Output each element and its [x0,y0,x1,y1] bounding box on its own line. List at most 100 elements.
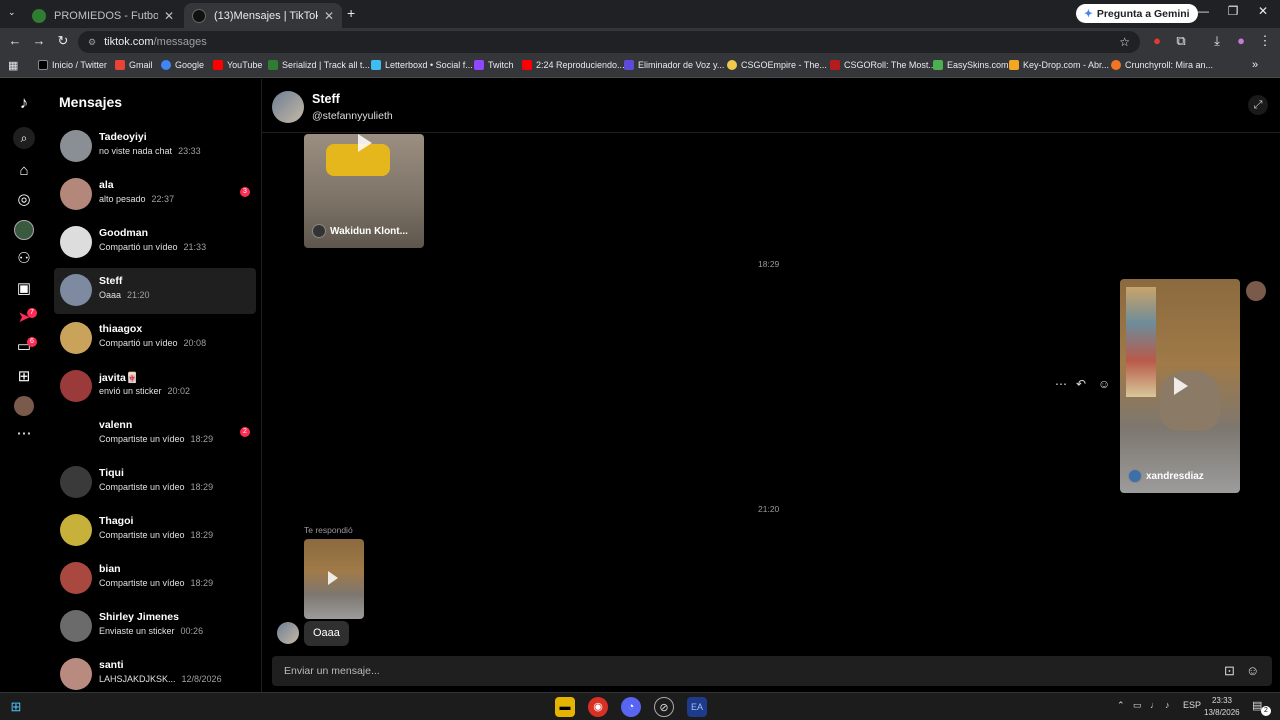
tiktok-nav-rail: ♪ ⌕ ⌂ ◎ ⚇ ▣ ➤ 7 ▭ 6 ⊞ ⋯ [0,79,48,692]
bookmark-item[interactable]: Twitch [474,60,514,70]
minimize-icon[interactable]: — [1188,4,1218,18]
conversation-time: 23:33 [178,146,201,156]
conversation-item[interactable]: Tadeoyiyi no viste nada chat 23:33 [54,124,256,170]
message-composer[interactable]: Enviar un mensaje... ⊡ ☺ [272,656,1272,686]
tab-promiedos[interactable]: PROMIEDOS - Futbol Argentino ✕ [24,3,182,28]
expand-icon[interactable]: ⤢ [1248,95,1268,115]
friends-icon[interactable]: ⚇ [14,249,34,269]
bookmark-item[interactable]: Gmail [115,60,153,70]
bookmark-item[interactable]: Google [161,60,204,70]
avatar[interactable] [272,91,304,123]
tiktok-logo-icon[interactable]: ♪ [14,93,34,113]
avatar [277,622,299,644]
bookmark-item[interactable]: Letterboxd • Social f... [371,60,473,70]
conversation-name: valenn [99,419,133,431]
bookmark-item[interactable]: 2:24 Reproduciendo... [522,60,625,70]
explore-icon[interactable]: ◎ [14,190,34,210]
home-icon[interactable]: ⌂ [14,161,34,181]
tab-title: (13)Mensajes | TikTok [214,9,318,22]
upload-icon[interactable]: ⊞ [14,367,34,387]
search-icon[interactable]: ⌕ [13,127,35,149]
more-icon[interactable]: ⋯ [14,424,34,444]
avatar [60,562,92,594]
tab-search-icon[interactable]: ⌄ [8,7,16,18]
conversation-item[interactable]: Steff Oaaa 21:20 [54,268,256,314]
reload-icon[interactable]: ↻ [54,33,72,49]
chrome-icon[interactable]: ◉ [588,697,608,717]
bookmark-item[interactable]: CSGOEmpire - The... [727,60,827,70]
following-avatar-icon[interactable] [14,220,34,240]
message-bubble[interactable]: Oaaa [304,621,349,646]
start-icon[interactable]: ⊞ [6,697,26,717]
play-icon [358,134,372,152]
bookmark-item[interactable]: YouTube [213,60,262,70]
gif-icon[interactable]: ⊡ [1224,663,1235,679]
reply-icon[interactable]: ↶ [1076,377,1086,391]
unread-badge: 2 [240,427,250,437]
microphone-icon[interactable]: ♩ [1150,700,1159,710]
clock-date[interactable]: 13/8/2026 [1204,708,1240,717]
volume-icon[interactable]: ♪ [1165,700,1170,710]
conversation-item[interactable]: Thagoi Compartiste un vídeo 18:29 [54,508,256,554]
more-actions-icon[interactable]: ⋯ [1055,377,1067,391]
conversation-item[interactable]: Goodman Compartió un vídeo 21:33 [54,220,256,266]
conversation-item[interactable]: ala alto pesado 22:37 3 [54,172,256,218]
shared-video-card[interactable]: xandresdiaz [1120,279,1240,493]
conversation-name: Goodman [99,227,148,239]
extensions-puzzle-icon[interactable]: ⧉ [1172,33,1190,49]
new-tab-button[interactable]: + [347,5,355,21]
chat-user-handle[interactable]: @stefannyyulieth [312,110,393,122]
gemini-button[interactable]: ✦ Pregunta a Gemini [1076,4,1198,23]
more-bookmarks-icon[interactable]: » [1252,59,1258,71]
bookmark-item[interactable]: EasySkins.com [933,60,1009,70]
timestamp-separator: 21:20 [758,504,780,514]
discord-icon[interactable]: ◔ [621,697,641,717]
bookmark-item[interactable]: Serializd | Track all t... [268,60,370,70]
shared-video-card[interactable]: Wakidun Klont... [304,134,424,248]
steam-icon[interactable]: ⊘ [654,697,674,717]
avatar [60,610,92,642]
site-info-icon[interactable]: ⚙ [88,37,96,48]
language-indicator[interactable]: ESP [1183,700,1201,710]
profile-icon[interactable]: ● [1232,33,1250,48]
conversation-name: santi [99,659,124,671]
replied-video-thumbnail[interactable] [304,539,364,619]
tray-chevron-icon[interactable]: ⌃ [1117,700,1125,711]
bookmark-item[interactable]: Inicio / Twitter [38,60,107,70]
message-input[interactable]: Enviar un mensaje... [284,665,380,677]
react-icon[interactable]: ☺ [1098,377,1110,391]
profile-avatar-icon[interactable] [14,396,34,416]
conversation-item[interactable]: Tiqui Compartiste un vídeo 18:29 [54,460,256,506]
back-icon[interactable]: ← [6,33,24,48]
menu-icon[interactable]: ⋮ [1256,33,1274,49]
file-explorer-icon[interactable]: ▬ [555,697,575,717]
conversation-item[interactable]: Shirley Jimenes Enviaste un sticker 00:26 [54,604,256,650]
download-icon[interactable]: ⤓ [1208,33,1226,49]
bookmark-item[interactable]: Key-Drop.com - Abr... [1009,60,1109,70]
forward-icon[interactable]: → [30,33,48,48]
bookmark-item[interactable]: CSGORoll: The Most... [830,60,936,70]
bookmark-item[interactable]: Eliminador de Voz y... [624,60,724,70]
ea-app-icon[interactable]: EA [687,697,707,717]
bookmark-item[interactable]: Crunchyroll: Mira an... [1111,60,1213,70]
close-icon[interactable]: ✕ [324,9,334,23]
emoji-icon[interactable]: ☺ [1246,663,1259,678]
avatar [60,514,92,546]
live-icon[interactable]: ▣ [14,279,34,299]
tab-tiktok[interactable]: (13)Mensajes | TikTok ✕ [184,3,342,28]
extension-icon[interactable]: ● [1148,33,1166,48]
restore-icon[interactable]: ❐ [1218,4,1248,18]
conversation-item[interactable]: javita🀄 envió un sticker 20:02 [54,364,256,410]
bookmark-star-icon[interactable]: ☆ [1119,35,1130,49]
conversation-item[interactable]: valenn Compartiste un vídeo 18:29 2 [54,412,256,458]
window-close-icon[interactable]: ✕ [1248,4,1278,18]
clock-time[interactable]: 23:33 [1206,696,1238,705]
apps-icon[interactable]: ▦ [8,59,18,72]
conversation-item[interactable]: bian Compartiste un vídeo 18:29 [54,556,256,602]
close-icon[interactable]: ✕ [164,9,174,23]
conversation-item[interactable]: thiaagox Compartió un vídeo 20:08 [54,316,256,362]
conversation-time: 22:37 [151,194,175,204]
address-bar[interactable]: ⚙ tiktok.com/messages ☆ [78,31,1140,53]
network-icon[interactable]: ▭ [1133,700,1142,711]
chat-user-name[interactable]: Steff [312,92,340,106]
